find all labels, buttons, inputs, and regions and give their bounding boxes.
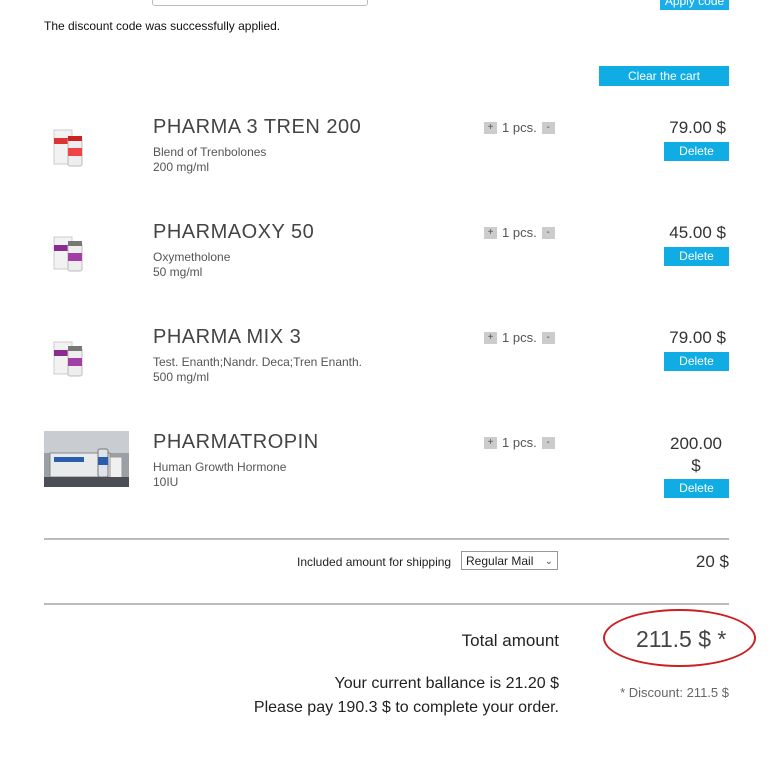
divider	[44, 538, 729, 540]
quantity-control: + 1 pcs. -	[484, 435, 555, 450]
product-image	[44, 229, 129, 285]
amount-to-pay-text: Please pay 190.3 $ to complete your orde…	[253, 699, 559, 716]
current-balance-text: Your current ballance is 21.20 $	[334, 675, 559, 692]
chevron-down-icon: ⌄	[544, 556, 553, 567]
product-image	[44, 334, 129, 390]
delete-item-button[interactable]: Delete	[664, 479, 729, 498]
product-name[interactable]: PHARMA MIX 3	[153, 326, 301, 349]
increase-quantity-button[interactable]: +	[484, 436, 497, 449]
item-price: 79.00 $	[669, 328, 726, 347]
product-description: Blend of Trenbolones 200 mg/ml	[153, 145, 267, 174]
product-image	[44, 431, 129, 487]
shipping-price: 20 $	[695, 552, 729, 571]
quantity-value: 1 pcs.	[502, 330, 537, 345]
apply-code-button[interactable]: Apply code	[660, 0, 729, 10]
product-image	[44, 124, 129, 180]
discount-note: * Discount: 211.5 $	[620, 685, 729, 700]
total-amount-value: 211.5 $ *	[636, 626, 727, 652]
quantity-control: + 1 pcs. -	[484, 330, 555, 345]
quantity-value: 1 pcs.	[502, 225, 537, 240]
decrease-quantity-button[interactable]: -	[541, 226, 555, 239]
increase-quantity-button[interactable]: +	[484, 331, 497, 344]
quantity-control: + 1 pcs. -	[484, 225, 555, 240]
product-description: Human Growth Hormone 10IU	[153, 460, 287, 489]
quantity-value: 1 pcs.	[502, 120, 537, 135]
item-price: 200.00 $	[670, 434, 722, 475]
delete-item-button[interactable]: Delete	[664, 142, 729, 161]
delete-item-button[interactable]: Delete	[664, 352, 729, 371]
decrease-quantity-button[interactable]: -	[541, 436, 555, 449]
product-name[interactable]: PHARMAOXY 50	[153, 221, 314, 244]
item-price: 79.00 $	[669, 118, 726, 137]
delete-item-button[interactable]: Delete	[664, 247, 729, 266]
decrease-quantity-button[interactable]: -	[541, 121, 555, 134]
product-name[interactable]: PHARMA 3 TREN 200	[153, 116, 361, 139]
divider	[44, 603, 729, 605]
shipping-method-select[interactable]: Regular Mail ⌄	[461, 551, 558, 570]
product-description: Oxymetholone 50 mg/ml	[153, 250, 231, 279]
decrease-quantity-button[interactable]: -	[541, 331, 555, 344]
quantity-value: 1 pcs.	[502, 435, 537, 450]
total-amount-label: Total amount	[461, 631, 559, 650]
discount-code-input[interactable]	[152, 0, 368, 6]
quantity-control: + 1 pcs. -	[484, 120, 555, 135]
clear-cart-button[interactable]: Clear the cart	[599, 66, 729, 86]
increase-quantity-button[interactable]: +	[484, 226, 497, 239]
shipping-label: Included amount for shipping	[297, 555, 452, 569]
increase-quantity-button[interactable]: +	[484, 121, 497, 134]
item-price: 45.00 $	[669, 223, 726, 242]
discount-success-message: The discount code was successfully appli…	[44, 19, 281, 33]
product-name[interactable]: PHARMATROPIN	[153, 431, 319, 454]
product-description: Test. Enanth;Nandr. Deca;Tren Enanth. 50…	[153, 355, 363, 384]
